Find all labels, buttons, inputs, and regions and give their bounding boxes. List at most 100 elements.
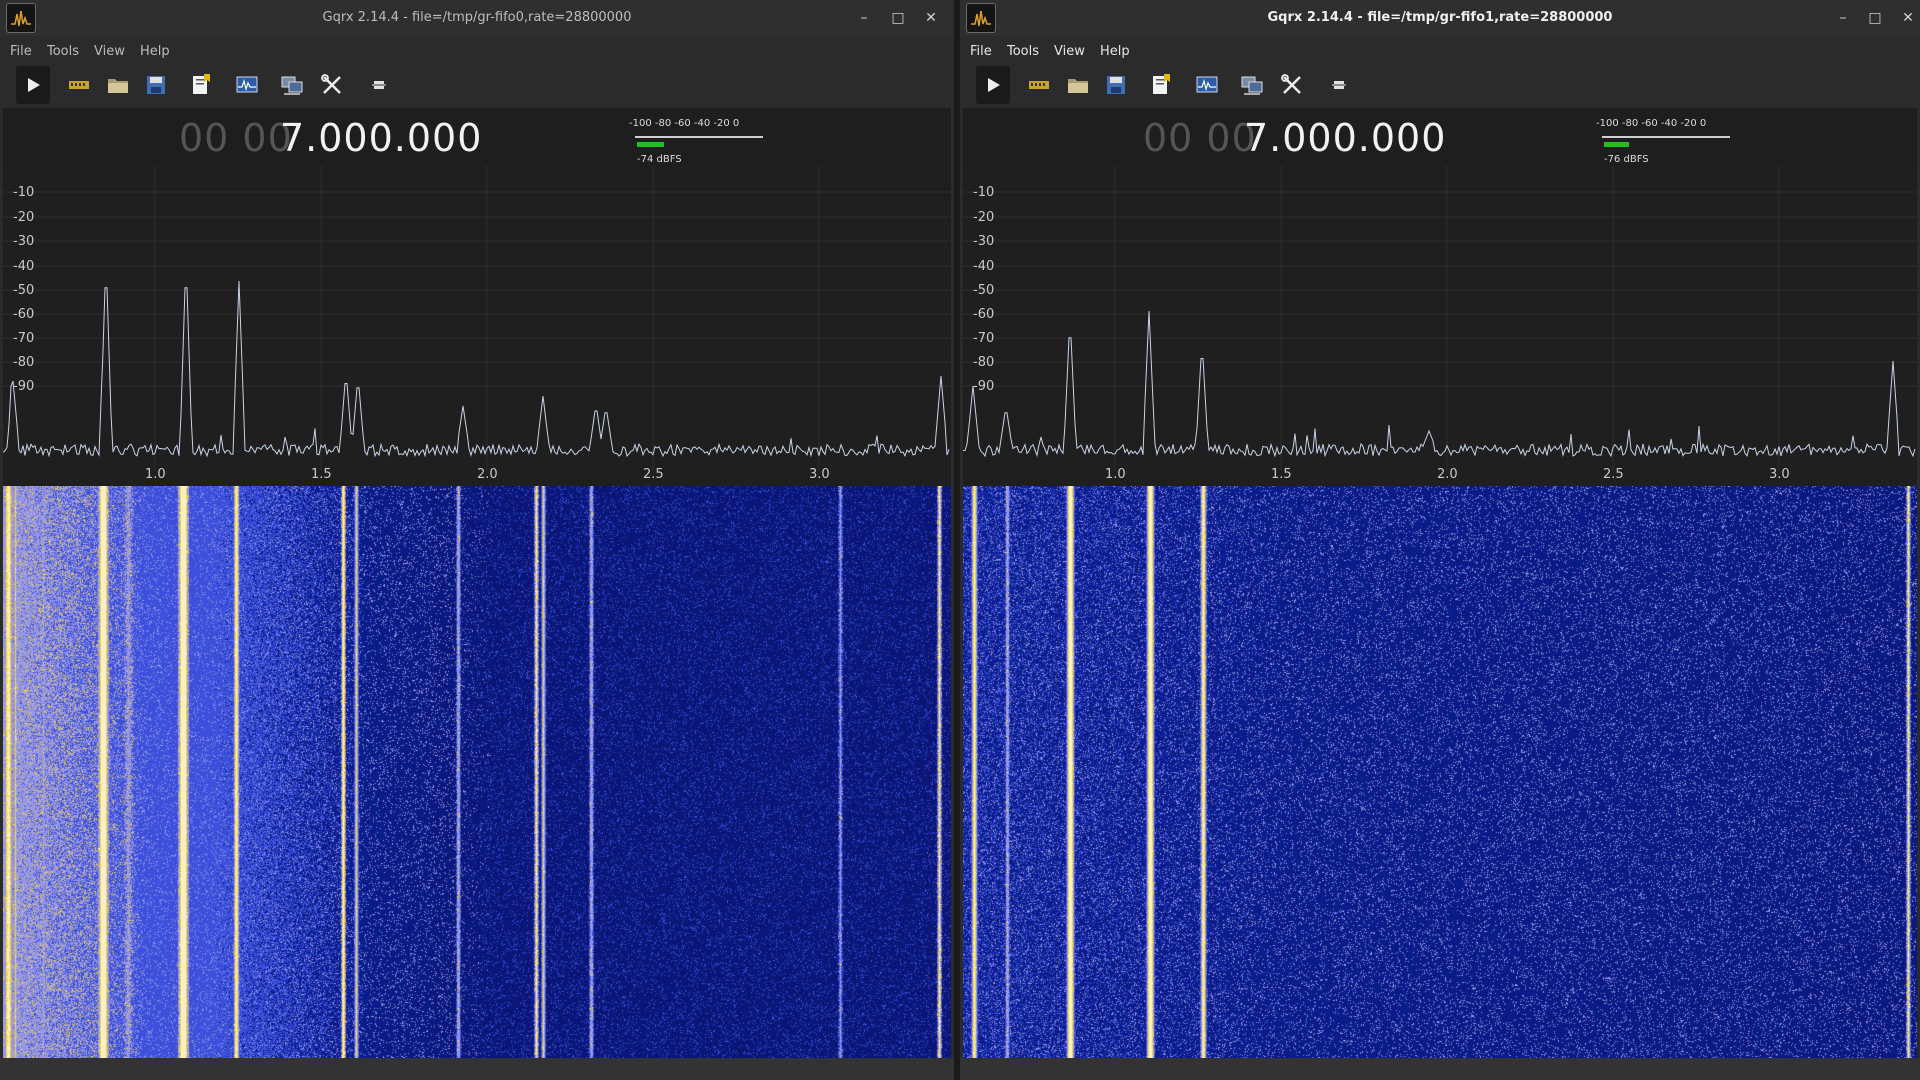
spectrum-trace (2, 280, 950, 458)
fft-settings-icon (236, 76, 258, 93)
open-button[interactable] (101, 66, 135, 104)
waterfall-canvas[interactable] (3, 486, 951, 1058)
x-tick-label: 2.5 (1603, 467, 1624, 482)
y-tick-label: -80 (13, 355, 34, 370)
x-tick-label: 3.0 (809, 467, 830, 482)
configure-io-button[interactable] (1022, 66, 1056, 104)
waterfall-display[interactable] (3, 486, 951, 1058)
smeter-axis (1602, 136, 1730, 138)
x-tick-label: 1.5 (311, 467, 332, 482)
frequency-value[interactable]: 7.000.000 (280, 116, 482, 160)
menu-file[interactable]: File (10, 44, 32, 59)
bookmark-icon (1153, 74, 1170, 94)
dock-icon (372, 81, 386, 89)
y-tick-label: -70 (13, 331, 34, 346)
smeter-reading: -74 dBFS (637, 154, 682, 165)
y-tick-label: -40 (13, 259, 34, 274)
smeter-axis (635, 136, 763, 138)
play-icon (28, 78, 40, 92)
y-tick-label: -30 (13, 234, 34, 249)
x-tick-label: 1.0 (145, 467, 166, 482)
y-tick-label: -20 (973, 210, 994, 225)
menu-help[interactable]: Help (140, 44, 170, 59)
signal-meter: -100 -80 -60 -40 -20 0 -76 dBFS (1596, 118, 1736, 165)
menu-view[interactable]: View (94, 44, 125, 59)
y-tick-label: -50 (973, 283, 994, 298)
frequency-display[interactable]: 00 00 7.000.000 -100 -80 -60 -40 -20 0 -… (3, 108, 951, 166)
start-dsp-button[interactable] (976, 66, 1010, 104)
window-title: Gqrx 2.14.4 - file=/tmp/gr-fifo1,rate=28… (1267, 10, 1613, 25)
frequency-leading-digits[interactable]: 00 00 (179, 116, 293, 160)
y-tick-label: -10 (973, 185, 994, 200)
tools-button[interactable] (315, 66, 349, 104)
start-dsp-button[interactable] (16, 66, 50, 104)
bookmark-icon (193, 74, 210, 94)
menu-tools[interactable]: Tools (47, 44, 79, 59)
gqrx-window-right: Gqrx 2.14.4 - file=/tmp/gr-fifo1,rate=28… (960, 0, 1920, 1080)
title-bar: Gqrx 2.14.4 - file=/tmp/gr-fifo0,rate=28… (0, 0, 954, 36)
y-tick-label: -80 (973, 355, 994, 370)
maximize-button[interactable]: □ (888, 8, 908, 28)
frequency-display[interactable]: 00 00 7.000.000 -100 -80 -60 -40 -20 0 -… (963, 108, 1917, 166)
menu-bar: File Tools View Help (0, 40, 954, 64)
remote-control-button[interactable] (275, 66, 309, 104)
x-tick-label: 1.0 (1105, 467, 1126, 482)
dock-button[interactable] (1322, 66, 1356, 104)
title-bar: Gqrx 2.14.4 - file=/tmp/gr-fifo1,rate=28… (960, 0, 1920, 36)
save-button[interactable] (1099, 66, 1133, 104)
dock-icon (1332, 81, 1346, 89)
x-tick-label: 2.5 (643, 467, 664, 482)
smeter-level-bar (1604, 142, 1629, 147)
maximize-button[interactable]: □ (1865, 8, 1885, 28)
frequency-value[interactable]: 7.000.000 (1244, 116, 1446, 160)
status-bar (0, 1058, 954, 1080)
x-tick-label: 3.0 (1769, 467, 1790, 482)
y-tick-label: -50 (13, 283, 34, 298)
spectrum-svg[interactable]: -10 -20 -30 -40 -50 -60 -70 -80 -90 1.0 1.5 2.0 2.5 3… (2, 166, 951, 486)
menu-tools[interactable]: Tools (1007, 44, 1039, 59)
minimize-button[interactable]: – (1833, 8, 1853, 28)
smeter-reading: -76 dBFS (1604, 154, 1649, 165)
menu-view[interactable]: View (1054, 44, 1085, 59)
open-file-icon (108, 79, 128, 93)
frequency-leading-digits[interactable]: 00 00 (1143, 116, 1257, 160)
gqrx-window-left: Gqrx 2.14.4 - file=/tmp/gr-fifo0,rate=28… (0, 0, 954, 1080)
y-tick-label: -70 (973, 331, 994, 346)
fft-settings-icon (1196, 76, 1218, 93)
tools-icon (1281, 74, 1301, 94)
smeter-level-bar (637, 142, 665, 147)
remote-control-icon (1241, 76, 1263, 95)
open-file-icon (1068, 79, 1088, 93)
minimize-button[interactable]: – (854, 8, 874, 28)
hardware-icon (69, 81, 89, 89)
spectrum-plot[interactable]: -10 -20 -30 -40 -50 -60 -70 -80 -90 1.0 1.5 2.0 2.5 3… (962, 166, 1917, 486)
open-button[interactable] (1061, 66, 1095, 104)
close-button[interactable]: ✕ (1898, 8, 1918, 28)
fft-settings-button[interactable] (1190, 66, 1224, 104)
menu-help[interactable]: Help (1100, 44, 1130, 59)
spectrum-plot[interactable]: -10 -20 -30 -40 -50 -60 -70 -80 -90 1.0 1.5 2.0 2.5 3… (2, 166, 951, 486)
remote-control-button[interactable] (1235, 66, 1269, 104)
waterfall-canvas[interactable] (963, 486, 1917, 1058)
save-button[interactable] (139, 66, 173, 104)
configure-io-button[interactable] (62, 66, 96, 104)
dock-button[interactable] (362, 66, 396, 104)
x-tick-label: 2.0 (1437, 467, 1458, 482)
status-bar (960, 1058, 1920, 1080)
save-icon (147, 76, 165, 94)
save-icon (1107, 76, 1125, 94)
waterfall-display[interactable] (963, 486, 1917, 1058)
close-button[interactable]: ✕ (921, 8, 941, 28)
hardware-icon (1029, 81, 1049, 89)
menu-file[interactable]: File (970, 44, 992, 59)
spectrum-svg[interactable]: -10 -20 -30 -40 -50 -60 -70 -80 -90 1.0 1.5 2.0 2.5 3… (962, 166, 1917, 486)
bookmark-button[interactable] (184, 66, 218, 104)
smeter-scale: -100 -80 -60 -40 -20 0 (629, 118, 740, 129)
fft-settings-button[interactable] (230, 66, 264, 104)
y-tick-label: -60 (973, 307, 994, 322)
tools-button[interactable] (1275, 66, 1309, 104)
play-icon (988, 78, 1000, 92)
y-tick-label: -30 (973, 234, 994, 249)
bookmark-button[interactable] (1144, 66, 1178, 104)
spectrum-trace (962, 310, 1916, 458)
